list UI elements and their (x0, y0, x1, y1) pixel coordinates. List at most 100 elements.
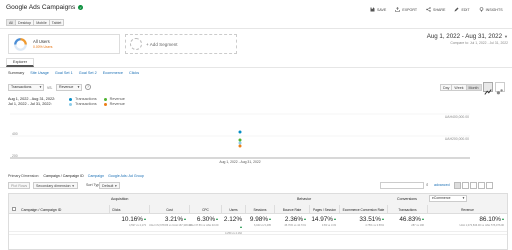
view-tab-desktop[interactable]: Desktop (16, 19, 35, 26)
dimension-campaign[interactable]: Campaign (88, 174, 104, 178)
trend-up-icon (304, 218, 306, 221)
primary-dimension-label: Primary Dimension: (8, 174, 40, 178)
line-chart: 400 200 UAH400,000.00 UAH200,000.00 Aug 1, 2… (10, 113, 470, 164)
column-header[interactable]: Revenue (427, 205, 507, 214)
total-cell: 86.10% UAH 1,073,846.00 vs UAH 576,976.00 (427, 216, 507, 232)
secondary-dimension-select[interactable]: Secondary dimension ▼ (33, 182, 78, 189)
series-point-transactions[interactable] (238, 141, 242, 145)
subtab-clicks[interactable]: Clicks (129, 71, 139, 75)
column-header[interactable]: Cost (149, 205, 189, 214)
total-cell: 10.16% 4,597 vs 4,173 (109, 216, 149, 232)
advanced-link[interactable]: advanced (434, 183, 450, 187)
share-label: SHARE (433, 7, 446, 12)
group-conversions: Conversions (397, 197, 417, 201)
dimension-header[interactable]: Campaign / Campaign ID (21, 208, 61, 212)
legend-dot-transactions-prev (69, 103, 72, 106)
bar-view-icon[interactable] (470, 182, 477, 189)
total-value-text: 33.51% (359, 216, 381, 223)
trend-up-icon (240, 226, 242, 229)
trend-up-icon (269, 218, 271, 221)
view-tab-mobile[interactable]: Mobile (34, 19, 50, 26)
total-value-text: 2.12% (223, 216, 242, 223)
column-header[interactable]: Transactions (387, 205, 427, 214)
total-cell: 9.98% 6,043 vs 5,495 (245, 216, 274, 232)
subtab-ecommerce[interactable]: Ecommerce (103, 71, 123, 75)
pie-view-icon[interactable] (462, 182, 469, 189)
save-button[interactable]: SAVE (370, 7, 386, 12)
share-button[interactable]: SHARE (426, 7, 445, 12)
total-value: 86.10% (427, 216, 504, 224)
legend-revenue-prev: Revenue (109, 102, 125, 106)
legend-dot-revenue (103, 98, 107, 101)
column-header[interactable]: Sessions (245, 205, 274, 214)
export-button[interactable]: EXPORT (395, 7, 417, 12)
table-search-input[interactable] (380, 182, 424, 189)
explorer-tab[interactable]: Explorer (6, 58, 34, 67)
period-day-button[interactable]: Day (440, 84, 453, 91)
total-cell: 6.30% UAH 37.56 vs UAH 40.09 (189, 216, 221, 232)
total-cell: 2.36% 45.76% vs 44.71% (274, 216, 309, 232)
series-point-revenue[interactable] (238, 144, 242, 148)
edit-button[interactable]: EDIT (454, 7, 470, 12)
compare-range: Compare to: Jul 1, 2022 - Jul 31, 2022 (450, 41, 508, 45)
segment-name: All Users (33, 39, 50, 44)
total-value-text: 6.30% (196, 216, 215, 223)
subtab-site-usage[interactable]: Site Usage (30, 71, 49, 75)
series-point-transactions[interactable] (238, 130, 242, 134)
edit-label: EDIT (461, 7, 470, 12)
column-header[interactable]: CPC (189, 205, 221, 214)
metric-select-2[interactable]: Revenue ▼ (56, 84, 82, 91)
verified-check-icon: ✓ (78, 5, 84, 10)
add-segment-label: + Add Segment (146, 42, 178, 47)
trend-up-icon (184, 218, 186, 221)
segment-card-all-users[interactable]: All Users 0.00% Users (8, 34, 120, 54)
subtab-goal-set-1[interactable]: Goal Set 1 (55, 71, 73, 75)
dimension-campaign-id[interactable]: Campaign / Campaign ID (43, 174, 83, 178)
total-subtext: 3.83 vs 3.33 (321, 224, 336, 227)
view-tabs: All Desktop Mobile Tablet (6, 19, 65, 26)
column-header[interactable]: Ecommerce Conversion Rate (339, 205, 387, 214)
period-month-button[interactable]: Month (466, 84, 482, 91)
select-all-checkbox[interactable] (12, 207, 16, 211)
insights-label: INSIGHTS (485, 7, 503, 12)
line-chart-toggle[interactable] (483, 82, 493, 95)
conversions-select[interactable]: eCommerce ▼ (429, 195, 467, 202)
series-point-revenue[interactable] (238, 138, 242, 142)
dimension-ad-group[interactable]: Google Ads: Ad Group (108, 174, 144, 178)
compare-view-icon[interactable] (478, 182, 485, 189)
insights-button[interactable]: INSIGHTS (479, 7, 503, 12)
y-left-tick-label: 400 (12, 132, 18, 136)
plot-rows-button[interactable]: Plot Rows (8, 182, 31, 189)
view-tab-all[interactable]: All (6, 19, 16, 26)
pivot-view-icon[interactable] (486, 182, 493, 189)
column-header[interactable]: Pages / Session (309, 205, 339, 214)
x-tick-label: Aug 1, 2022 - Aug 31, 2022 (219, 160, 260, 164)
legend-period-previous: Jul 1, 2022 - Jul 31, 2022: (8, 102, 52, 106)
column-header[interactable]: Clicks (109, 205, 149, 214)
help-icon[interactable]: ? (85, 84, 91, 90)
total-value-text: 14.97% (311, 216, 333, 223)
sort-type-select[interactable]: Default ▼ (99, 182, 121, 189)
subtab-goal-set-2[interactable]: Goal Set 2 (79, 71, 97, 75)
view-tab-tablet[interactable]: Tablet (49, 19, 65, 26)
period-week-button[interactable]: Week (452, 84, 467, 91)
column-header[interactable]: Bounce Rate (274, 205, 309, 214)
date-range-picker[interactable]: Aug 1, 2022 - Aug 31, 2022 ▼ Compare to:… (400, 33, 508, 45)
metric-select-1[interactable]: Transactions ▼ (8, 84, 44, 91)
total-subtext: UAH 1,073,846.00 vs UAH 576,976.00 (459, 224, 504, 227)
grid-view-icon[interactable] (454, 182, 461, 189)
total-value: 33.51% (339, 216, 384, 224)
total-value: 2.12% (221, 216, 242, 232)
chart-legend: Aug 1, 2022 - Aug 31, 2022: Transactions… (8, 97, 125, 107)
subtab-summary[interactable]: Summary (8, 71, 24, 75)
table-view-toggles[interactable] (454, 182, 493, 189)
secondary-dimension-label: Secondary dimension (36, 184, 71, 188)
vs-label: VS. (47, 86, 53, 90)
tabs-divider (0, 67, 512, 68)
total-cell: 33.51% 4.75% vs 3.56% (339, 216, 387, 232)
column-header[interactable]: Users (221, 205, 245, 214)
motion-chart-toggle[interactable] (495, 82, 505, 95)
add-segment-card[interactable]: + Add Segment (125, 34, 237, 54)
search-icon[interactable]: ⌕ (426, 182, 429, 187)
legend-dot-transactions (69, 98, 72, 101)
